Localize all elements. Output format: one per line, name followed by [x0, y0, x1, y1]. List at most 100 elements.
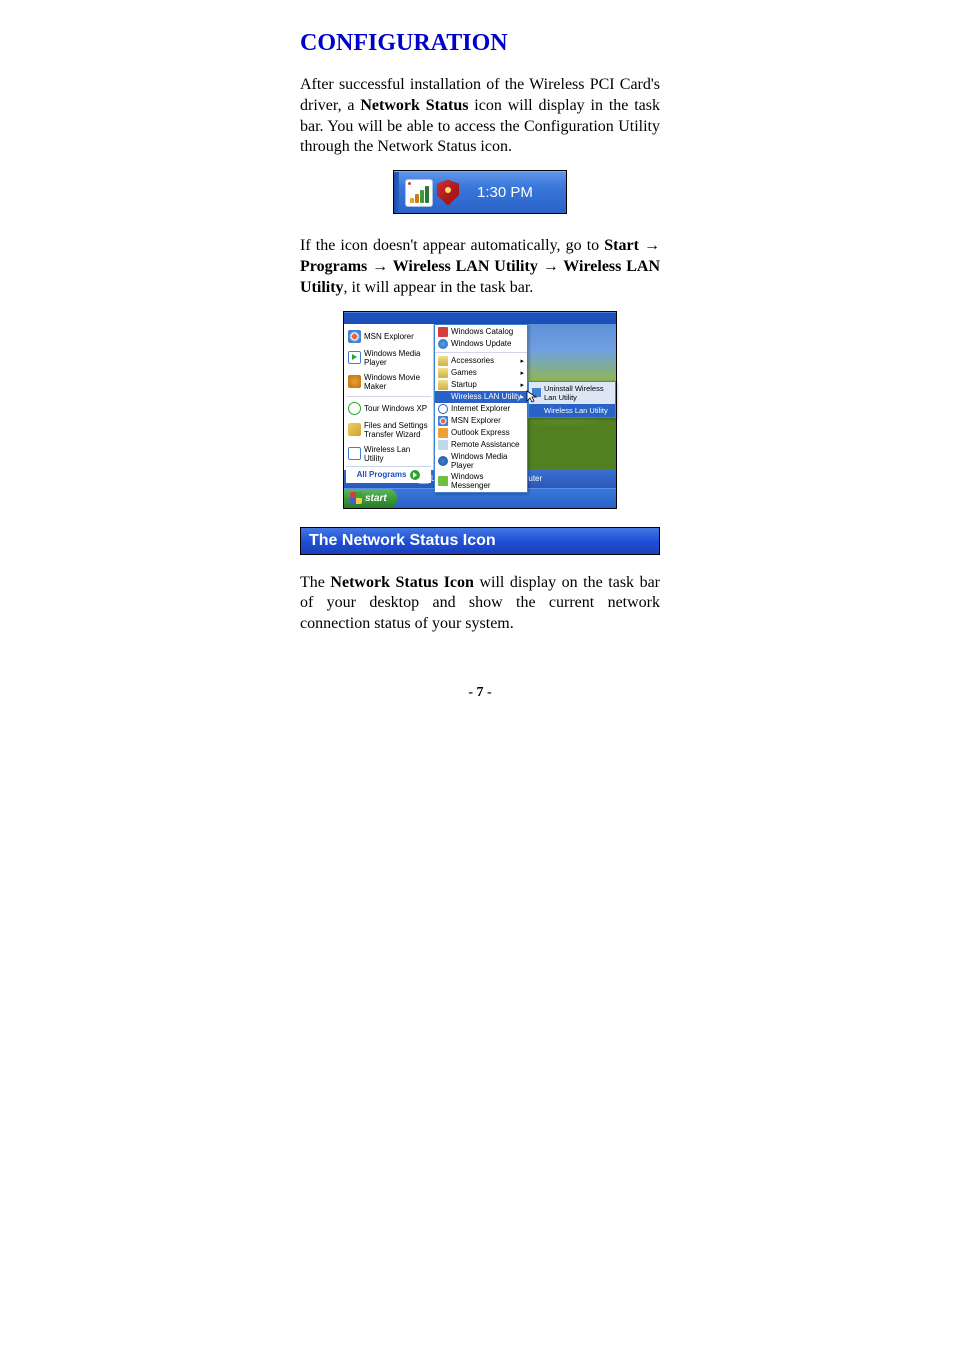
- sm-mid-ie[interactable]: Internet Explorer: [435, 403, 527, 415]
- sm-mid-media[interactable]: Windows Media Player: [435, 451, 527, 471]
- media-icon: [438, 456, 448, 466]
- sm-lan-label: Wireless Lan Utility: [364, 445, 429, 463]
- catalog-icon: [438, 327, 448, 337]
- para2-text1: If the icon doesn't appear automatically…: [300, 237, 604, 254]
- msn-icon: [438, 416, 448, 426]
- para2-text2: , it will appear in the task bar.: [344, 279, 534, 296]
- media-label: Windows Media Player: [451, 452, 524, 470]
- msn-icon: [348, 330, 361, 343]
- sm-mid-update[interactable]: Windows Update: [435, 338, 527, 350]
- all-programs-button[interactable]: All Programs: [346, 466, 431, 483]
- sm-mid-catalog[interactable]: Windows Catalog: [435, 326, 527, 338]
- startmenu-left-pane: MSN Explorer Windows Media Player Window…: [344, 324, 434, 470]
- page-number: - 7 -: [300, 685, 660, 701]
- sm-mid-messenger[interactable]: Windows Messenger: [435, 471, 527, 491]
- sm-mid-msn[interactable]: MSN Explorer: [435, 415, 527, 427]
- page-title: CONFIGURATION: [300, 30, 660, 57]
- lan-icon: [348, 447, 361, 460]
- startmenu-divider: [346, 396, 431, 397]
- files-icon: [348, 423, 361, 436]
- para1-bold1: Network Status: [360, 97, 468, 114]
- folder-icon: [438, 356, 448, 366]
- sm-mid-games[interactable]: Games ▸: [435, 367, 527, 379]
- para2-programs: Programs: [300, 258, 367, 275]
- wireless-lan-flyout: Uninstall Wireless Lan Utility Wireless …: [528, 381, 616, 418]
- remote-label: Remote Assistance: [451, 440, 519, 449]
- start-button[interactable]: start: [344, 489, 397, 508]
- startmenu-figure: MSN Explorer Windows Media Player Window…: [343, 311, 617, 509]
- flyout-lan[interactable]: Wireless Lan Utility: [529, 404, 615, 417]
- systray-bevel: [394, 172, 399, 213]
- para2-start: Start: [604, 237, 639, 254]
- para3-text1: The: [300, 574, 330, 591]
- signal-bar-2: [415, 194, 419, 203]
- all-programs-label: All Programs: [357, 470, 407, 479]
- startmenu-header: [344, 312, 616, 324]
- start-label: start: [365, 493, 387, 504]
- signal-bar-1: [410, 198, 414, 203]
- para2-arrow2: →: [367, 258, 392, 275]
- ie-label: Internet Explorer: [451, 404, 510, 413]
- sm-item-files[interactable]: Files and Settings Transfer Wizard: [346, 418, 431, 442]
- sm-mid-accessories[interactable]: Accessories ▸: [435, 355, 527, 367]
- systray-clock: 1:30 PM: [477, 184, 533, 201]
- lan-submenu-label: Wireless LAN Utility: [451, 392, 521, 401]
- flyout-lan-label: Wireless Lan Utility: [544, 406, 608, 415]
- lan-folder-icon: [438, 392, 448, 402]
- para3-bold1: Network Status Icon: [330, 574, 474, 591]
- sm-mid-outlook[interactable]: Outlook Express: [435, 427, 527, 439]
- sm-mid-remote[interactable]: Remote Assistance: [435, 439, 527, 451]
- folder-icon: [438, 380, 448, 390]
- games-label: Games: [451, 368, 477, 377]
- signal-bar-3: [420, 190, 424, 203]
- page-container: CONFIGURATION After successful installat…: [300, 30, 660, 701]
- startmenu-body: MSN Explorer Windows Media Player Window…: [344, 324, 616, 470]
- flyout-uninstall[interactable]: Uninstall Wireless Lan Utility: [529, 382, 615, 404]
- uninstall-label: Uninstall Wireless Lan Utility: [544, 384, 612, 402]
- ie-icon: [438, 404, 448, 414]
- update-icon: [438, 339, 448, 349]
- accessories-label: Accessories: [451, 356, 494, 365]
- remote-icon: [438, 440, 448, 450]
- submenu-divider: [435, 352, 527, 353]
- chevron-right-icon: ▸: [520, 369, 524, 377]
- all-programs-arrow-icon: [410, 470, 420, 480]
- windows-flag-icon: [350, 492, 362, 504]
- para2-wlan1: Wireless LAN Utility: [393, 258, 538, 275]
- section-header: The Network Status Icon: [300, 527, 660, 555]
- para2-arrow3: →: [538, 258, 563, 275]
- sm-msn-label: MSN Explorer: [364, 332, 414, 341]
- network-status-paragraph: The Network Status Icon will display on …: [300, 573, 660, 635]
- network-status-icon[interactable]: [405, 179, 433, 207]
- chevron-right-icon: ▸: [520, 381, 524, 389]
- chevron-right-icon: ▸: [520, 393, 524, 401]
- security-shield-icon[interactable]: [437, 180, 459, 206]
- messenger-icon: [438, 476, 448, 486]
- sm-mid-startup[interactable]: Startup▸: [435, 379, 527, 391]
- messenger-label: Windows Messenger: [451, 472, 524, 490]
- sm-tour-label: Tour Windows XP: [364, 404, 427, 413]
- programs-submenu: Windows Catalog Windows Update Accessori…: [434, 324, 528, 493]
- sm-item-lan[interactable]: Wireless Lan Utility: [346, 442, 431, 466]
- outlook-icon: [438, 428, 448, 438]
- lan-app-icon: [532, 406, 541, 415]
- sm-item-wmp[interactable]: Windows Media Player: [346, 346, 431, 370]
- intro-paragraph: After successful installation of the Wir…: [300, 75, 660, 158]
- movie-maker-icon: [348, 375, 361, 388]
- msn-label: MSN Explorer: [451, 416, 501, 425]
- sm-item-msn[interactable]: MSN Explorer: [346, 327, 431, 346]
- systray-figure: 1:30 PM: [393, 170, 567, 214]
- sm-mid-lan[interactable]: Wireless LAN Utility▸: [435, 391, 527, 403]
- sm-item-tour[interactable]: Tour Windows XP: [346, 399, 431, 418]
- chevron-right-icon: ▸: [520, 357, 524, 365]
- sm-wmm-label: Windows Movie Maker: [364, 373, 429, 391]
- folder-icon: [438, 368, 448, 378]
- sm-wmp-label: Windows Media Player: [364, 349, 429, 367]
- instructions-paragraph: If the icon doesn't appear automatically…: [300, 236, 660, 298]
- sm-item-wmm[interactable]: Windows Movie Maker: [346, 370, 431, 394]
- systray-bar: 1:30 PM: [394, 171, 566, 213]
- update-label: Windows Update: [451, 339, 511, 348]
- signal-bar-4: [425, 186, 429, 203]
- sm-files-label: Files and Settings Transfer Wizard: [364, 421, 429, 439]
- outlook-label: Outlook Express: [451, 428, 510, 437]
